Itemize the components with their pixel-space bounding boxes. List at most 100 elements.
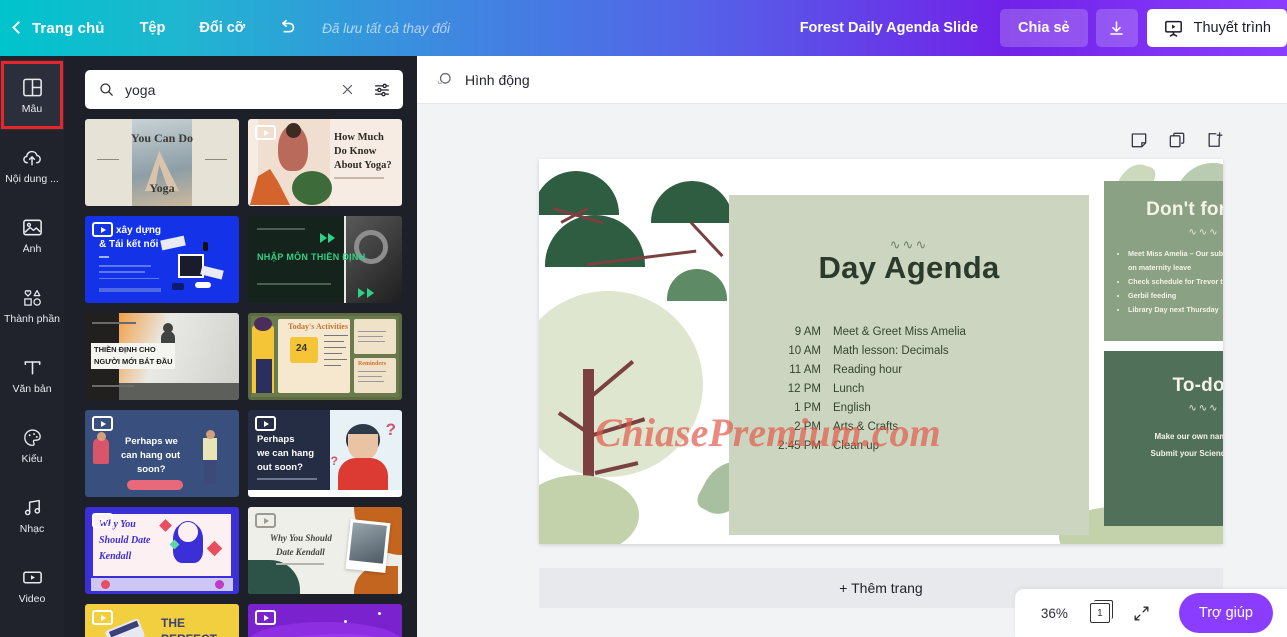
template-line2: Do Know (334, 146, 377, 157)
video-badge-icon (255, 610, 276, 625)
sidebar-item-music[interactable]: Nhạc (0, 480, 64, 550)
agenda-card[interactable]: Day Agenda ∿∿∿ 9 AM Meet & Greet Miss Am… (729, 195, 1089, 535)
template-card[interactable]: THIỀN ĐỊNH CHO NGƯỜI MỚI BẮT ĐẦU (85, 313, 239, 400)
agenda-time: 9 AM (794, 326, 821, 338)
download-button[interactable] (1095, 9, 1138, 47)
share-button[interactable]: Chia sẻ (1000, 9, 1088, 47)
canva-editor-window: Trang chủ Tệp Đổi cỡ Đã lưu tất cả thay … (0, 0, 1287, 637)
template-card[interactable]: xây dựng & Tái kết nối (85, 216, 239, 303)
template-line2: Date Kendall (276, 547, 325, 557)
template-card[interactable]: NHẬP MÔN THIỀN ĐỊNH (248, 216, 402, 303)
sidebar-item-label: Nhạc (19, 523, 45, 535)
template-card[interactable]: You Can Do Yoga (85, 119, 239, 206)
sidebar-item-label: Video (18, 593, 46, 605)
undo-button[interactable] (262, 0, 312, 56)
filter-icon[interactable] (373, 81, 391, 99)
agenda-row: 11 AM Reading hour (765, 361, 1065, 380)
search-input[interactable] (125, 81, 330, 98)
list-item: Make our own name cards (1154, 432, 1223, 441)
notes-icon[interactable] (1129, 130, 1149, 150)
document-title[interactable]: Forest Daily Agenda Slide (778, 20, 1000, 36)
template-card[interactable]: Why You Should Date Kendall (85, 507, 239, 594)
todos-divider-icon: ∿∿∿ (1188, 403, 1220, 414)
search-area (64, 56, 417, 119)
editor-area: Hình động Day Agenda ∿∿∿ 9 AM Meet & Gre… (417, 56, 1287, 637)
template-subtitle: Yoga (149, 181, 175, 195)
sidebar-item-video[interactable]: Video (0, 550, 64, 620)
template-line2: can hang out (121, 450, 181, 461)
cloud-upload-icon (22, 150, 41, 166)
template-line2: Reminders (358, 361, 386, 367)
template-card[interactable]: THE PERFECT (85, 604, 239, 637)
video-badge-icon (92, 416, 113, 431)
search-box[interactable] (85, 70, 403, 109)
sidebar-item-elements[interactable]: Thành phần (0, 270, 64, 340)
template-line2: Should Date (99, 535, 151, 546)
agenda-task: Reading hour (833, 364, 903, 376)
animate-label[interactable]: Hình động (465, 72, 530, 88)
close-icon[interactable] (340, 82, 355, 97)
template-line3: out soon? (257, 462, 303, 473)
template-card[interactable]: Today's Activities Reminders 24 (248, 313, 402, 400)
template-title: xây dựng (116, 225, 162, 236)
agenda-task: Clean up (833, 440, 880, 452)
add-page-icon[interactable] (1205, 130, 1225, 150)
chevron-left-icon (12, 21, 25, 34)
sidebar-item-uploads[interactable]: Nội dung ... (0, 130, 64, 200)
file-menu-button[interactable]: Tệp (123, 0, 183, 56)
template-title: Why You Should (270, 533, 332, 543)
template-card[interactable]: Perhaps we can hang out soon? (85, 410, 239, 497)
template-card[interactable]: How Much Do Know About Yoga? (248, 119, 402, 206)
video-badge-icon (92, 610, 113, 625)
sidebar-item-text[interactable]: Văn bản (0, 340, 64, 410)
video-badge-icon (92, 513, 113, 528)
sidebar-item-templates[interactable]: Mẫu (0, 60, 64, 130)
present-button[interactable]: Thuyết trình (1146, 9, 1287, 47)
agenda-time: 1 PM (794, 402, 821, 414)
help-button[interactable]: Trợ giúp (1178, 593, 1273, 633)
template-title: You Can Do (130, 131, 193, 145)
left-rail: Mẫu Nội dung ... Ảnh Thành phần Văn bản … (0, 56, 64, 637)
agenda-task: Arts & Crafts (833, 421, 899, 433)
agenda-row: 10 AM Math lesson: Decimals (765, 342, 1065, 361)
home-button[interactable]: Trang chủ (0, 0, 123, 56)
dont-forget-title: Don't forget! (1146, 199, 1223, 220)
list-item: Meet Miss Amelia – Our sub while Mrs. Ke… (1128, 247, 1223, 275)
agenda-time: 11 AM (789, 364, 821, 376)
agenda-title: Day Agenda (818, 250, 1000, 285)
save-status: Đã lưu tất cả thay đổi (322, 20, 450, 36)
template-card[interactable] (248, 604, 402, 637)
template-card[interactable]: Why You Should Date Kendall (248, 507, 402, 594)
sidebar-item-photos[interactable]: Ảnh (0, 200, 64, 270)
page-indicator[interactable]: 1 (1089, 600, 1113, 623)
templates-icon (22, 78, 42, 97)
todos-list: Make our own name cards Submit your Scie… (1118, 428, 1223, 462)
editor-subbar: Hình động (417, 56, 1287, 104)
video-badge-icon (255, 416, 276, 431)
video-icon (22, 571, 42, 584)
template-title: THE (161, 616, 185, 630)
template-line3: About Yoga? (334, 160, 392, 171)
list-item: Check schedule for Trevor the (1128, 275, 1223, 289)
duplicate-page-icon[interactable] (1167, 130, 1187, 150)
home-label: Trang chủ (32, 19, 105, 37)
agenda-row: 1 PM English (765, 399, 1065, 418)
sidebar-item-styles[interactable]: Kiểu (0, 410, 64, 480)
undo-icon (282, 19, 295, 33)
template-title: Perhaps we (125, 436, 178, 447)
slide-canvas[interactable]: Day Agenda ∿∿∿ 9 AM Meet & Greet Miss Am… (539, 159, 1223, 544)
template-title: NHẬP MÔN THIỀN ĐỊNH (257, 252, 366, 262)
elements-icon (23, 289, 41, 306)
dont-forget-card[interactable]: Don't forget! ∿∿∿ Meet Miss Amelia – Our… (1104, 181, 1223, 341)
template-card[interactable]: ? ? Perhaps we can hang out soon? (248, 410, 402, 497)
todos-title: To-dos (1172, 375, 1223, 396)
agenda-task: Math lesson: Decimals (833, 345, 949, 357)
list-item: Submit your Science project (1150, 449, 1223, 458)
dont-forget-divider-icon: ∿∿∿ (1188, 227, 1220, 238)
zoom-level[interactable]: 36% (1041, 606, 1068, 621)
resize-button[interactable]: Đổi cỡ (182, 0, 262, 56)
expand-icon[interactable] (1132, 604, 1151, 623)
list-item: Gerbil feeding (1128, 289, 1223, 303)
todos-card[interactable]: To-dos ∿∿∿ Make our own name cards Submi… (1104, 351, 1223, 526)
template-title: Perhaps (257, 434, 295, 445)
